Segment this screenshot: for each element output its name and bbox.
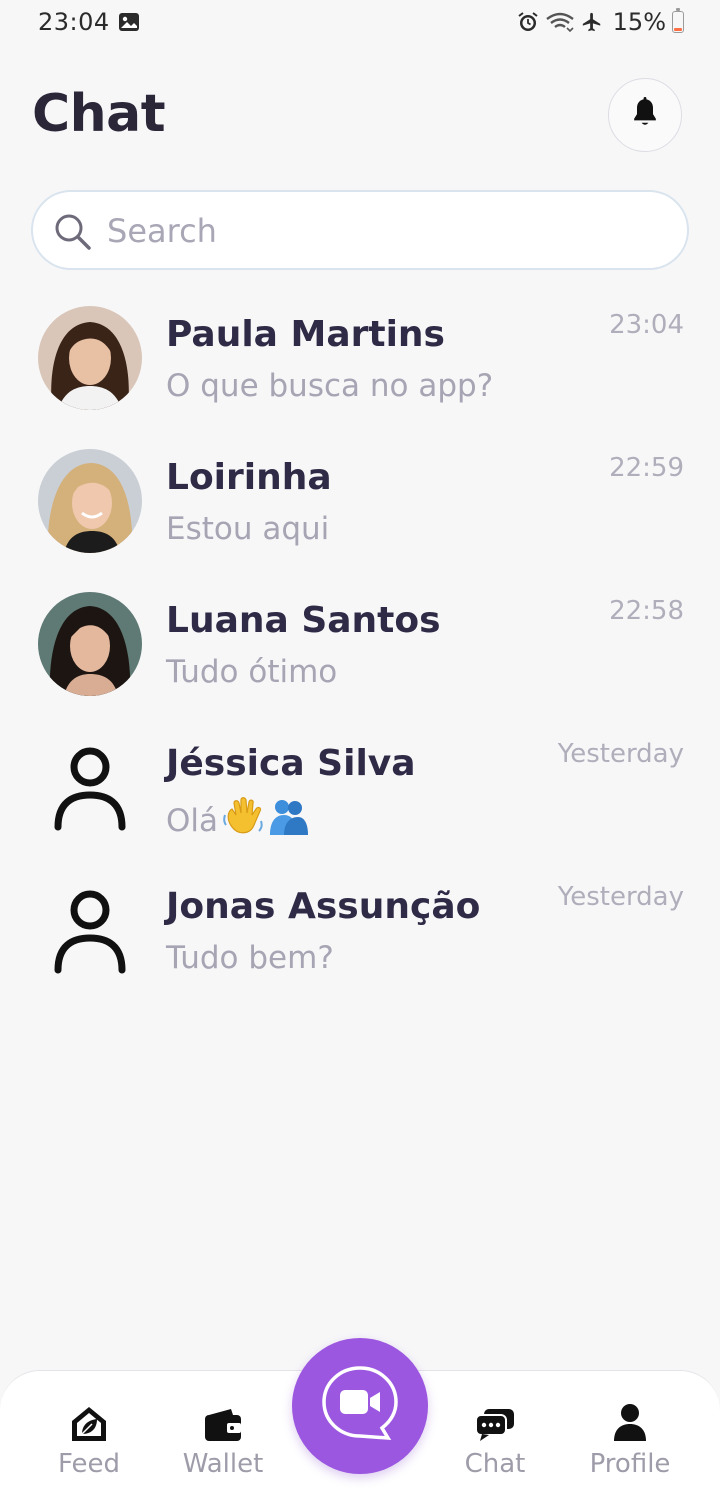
status-icons: 15% xyxy=(517,8,684,36)
chat-item[interactable]: Jéssica Silva Olá Yesterday xyxy=(0,729,720,872)
chat-item[interactable]: Jonas Assunção Tudo bem? Yesterday xyxy=(0,872,720,1015)
search-icon xyxy=(53,212,93,256)
avatar xyxy=(38,449,142,553)
chat-item[interactable]: Loirinha Estou aqui 22:59 xyxy=(0,443,720,586)
battery-icon xyxy=(672,8,684,33)
nav-label: Chat xyxy=(464,1449,526,1479)
chat-preview: Estou aqui xyxy=(166,511,329,547)
waving-hand-emoji xyxy=(222,797,264,845)
chat-preview-text: Tudo bem? xyxy=(166,940,334,976)
avatar xyxy=(38,592,142,696)
video-call-button[interactable] xyxy=(292,1338,428,1474)
nav-item-feed[interactable]: Feed xyxy=(34,1401,144,1479)
chat-preview: Tudo bem? xyxy=(166,940,334,976)
video-call-icon xyxy=(318,1362,402,1450)
chat-preview-text: O que busca no app? xyxy=(166,368,494,404)
home-leaf-icon xyxy=(34,1401,144,1443)
nav-item-profile[interactable]: Profile xyxy=(575,1401,685,1479)
person-icon xyxy=(50,882,130,982)
chat-preview: Tudo ótimo xyxy=(166,654,337,690)
chat-name: Jonas Assunção xyxy=(166,886,481,927)
chat-time: 22:59 xyxy=(609,453,684,483)
status-bar: 23:04 15% xyxy=(0,0,720,48)
wifi-icon xyxy=(545,11,575,33)
chat-name: Loirinha xyxy=(166,457,332,498)
nav-item-wallet[interactable]: Wallet xyxy=(168,1401,278,1479)
bell-icon xyxy=(631,97,659,133)
person-icon xyxy=(50,739,130,839)
chat-preview: Olá xyxy=(166,797,309,845)
wallet-icon xyxy=(168,1401,278,1443)
chat-item[interactable]: Luana Santos Tudo ótimo 22:58 xyxy=(0,586,720,729)
chat-list: Paula Martins O que busca no app? 23:04 … xyxy=(0,300,720,1015)
alarm-icon xyxy=(517,11,539,33)
chat-time: 23:04 xyxy=(609,310,684,340)
airplane-icon xyxy=(581,11,603,33)
chat-name: Paula Martins xyxy=(166,314,445,355)
people-hugging-emoji xyxy=(268,797,309,845)
gallery-icon xyxy=(118,12,140,32)
page-title: Chat xyxy=(32,84,166,144)
nav-item-chat[interactable]: Chat xyxy=(440,1401,550,1479)
avatar xyxy=(38,306,142,410)
chat-preview-text: Estou aqui xyxy=(166,511,330,547)
chat-preview-text: Tudo ótimo xyxy=(166,654,338,690)
chat-name: Luana Santos xyxy=(166,600,441,641)
status-time: 23:04 xyxy=(38,8,110,36)
search-input[interactable] xyxy=(105,206,669,256)
nav-label: Profile xyxy=(589,1449,671,1479)
chat-time: Yesterday xyxy=(557,882,684,912)
nav-label: Wallet xyxy=(182,1449,264,1479)
chat-bubbles-icon xyxy=(440,1401,550,1443)
chat-time: 22:58 xyxy=(609,596,684,626)
chat-preview: O que busca no app? xyxy=(166,368,493,404)
battery-percentage: 15% xyxy=(612,8,666,36)
nav-label: Feed xyxy=(57,1449,121,1479)
search-bar[interactable] xyxy=(31,190,689,270)
person-icon xyxy=(575,1401,685,1443)
chat-item[interactable]: Paula Martins O que busca no app? 23:04 xyxy=(0,300,720,443)
chat-time: Yesterday xyxy=(557,739,684,769)
notifications-button[interactable] xyxy=(608,78,682,152)
chat-preview-text: Olá xyxy=(166,803,219,839)
chat-name: Jéssica Silva xyxy=(166,743,416,784)
